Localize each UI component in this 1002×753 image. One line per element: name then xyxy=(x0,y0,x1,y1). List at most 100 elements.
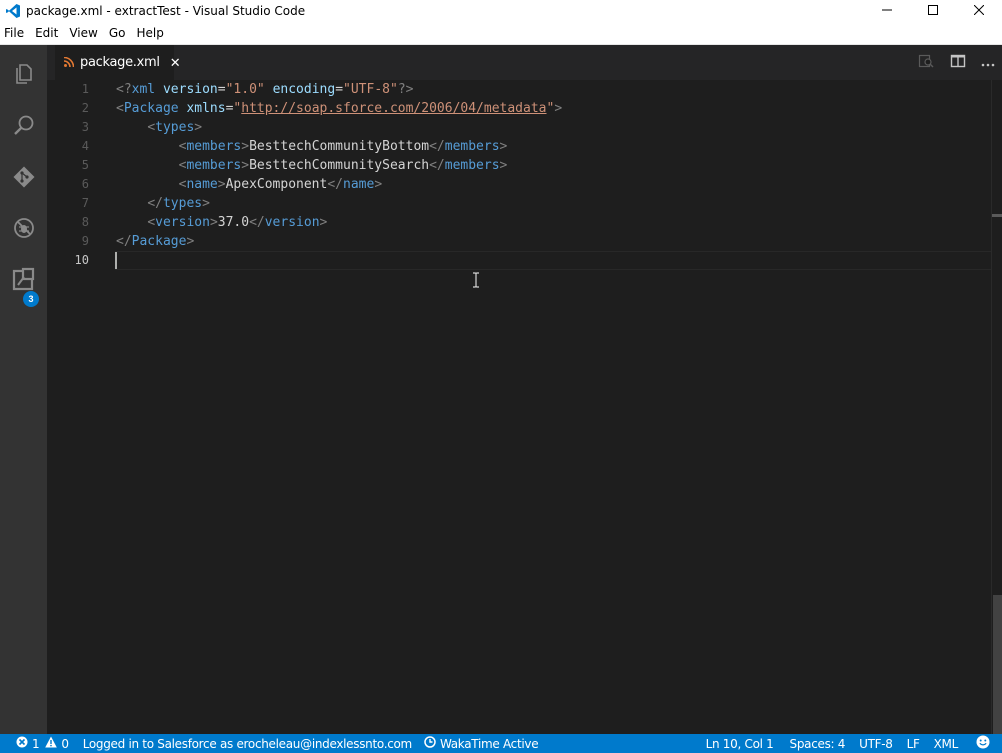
line-number: 9 xyxy=(81,234,89,248)
wakatime-status[interactable]: WakaTime Active xyxy=(418,734,544,753)
code-token: "UTF-8" xyxy=(343,82,398,97)
code-line[interactable]: 9 </Package> xyxy=(47,232,992,251)
code-line[interactable]: 5 <members>BesttechCommunitySearch</memb… xyxy=(47,156,992,175)
code-text: <types> xyxy=(116,118,202,137)
open-preview-button[interactable] xyxy=(910,45,942,80)
code-token: = xyxy=(217,82,226,97)
explorer-icon xyxy=(12,62,36,89)
code-token: encoding xyxy=(272,82,336,97)
code-token: http://soap.sforce.com/2006/04/metadata xyxy=(241,101,547,116)
language-mode[interactable]: XML xyxy=(928,734,970,753)
code-token: version xyxy=(162,82,218,97)
line-number: 10 xyxy=(74,253,89,267)
vscode-logo-icon xyxy=(2,0,24,22)
editor-actions xyxy=(910,45,1002,80)
maximize-button[interactable] xyxy=(910,0,956,22)
code-token: <? xyxy=(116,82,132,97)
code-token: Package xyxy=(131,234,187,249)
code-token: > xyxy=(499,139,508,154)
tab-package-xml[interactable]: package.xml ✕ xyxy=(55,45,181,80)
code-token: "1.0" xyxy=(225,82,265,97)
cursor-position-marker xyxy=(992,214,1002,217)
code-token: > xyxy=(202,196,210,211)
code-text: <version>37.0</version> xyxy=(116,213,327,232)
wakatime-label: WakaTime Active xyxy=(439,736,539,751)
code-token: < xyxy=(147,120,156,135)
scrollbar-thumb[interactable] xyxy=(993,595,1002,734)
line-number: 1 xyxy=(81,82,89,96)
code-line[interactable]: 1 <?xml version="1.0" encoding="UTF-8"?> xyxy=(47,80,992,99)
code-token: > xyxy=(319,215,328,230)
problems-indicator[interactable]: 1 0 xyxy=(0,734,75,753)
code-token: version xyxy=(264,215,320,230)
code-editor[interactable]: 1 <?xml version="1.0" encoding="UTF-8"?> 2… xyxy=(47,80,1002,734)
more-actions-button[interactable] xyxy=(974,45,1002,80)
split-editor-button[interactable] xyxy=(942,45,974,80)
code-token: name xyxy=(343,177,375,192)
file-encoding[interactable]: UTF-8 xyxy=(853,734,900,753)
menu-view[interactable]: View xyxy=(68,26,102,40)
indentation[interactable]: Spaces: 4 xyxy=(784,734,854,753)
activity-extensions[interactable]: 3 xyxy=(0,255,47,307)
line-number: 4 xyxy=(81,139,89,153)
code-token: Package xyxy=(123,101,179,116)
activity-git[interactable] xyxy=(0,153,47,203)
menu-file[interactable]: File xyxy=(3,26,29,40)
line-number: 2 xyxy=(81,101,89,115)
tab-label: package.xml xyxy=(80,55,160,70)
menu-edit[interactable]: Edit xyxy=(34,26,63,40)
smiley-icon xyxy=(976,735,990,752)
menu-help[interactable]: Help xyxy=(135,26,168,40)
minimize-icon xyxy=(882,4,892,18)
code-token: ApexComponent xyxy=(225,177,328,192)
code-token: > xyxy=(186,234,195,249)
cursor-position[interactable]: Ln 10, Col 1 xyxy=(700,734,784,753)
code-token: > xyxy=(209,215,218,230)
end-of-line[interactable]: LF xyxy=(901,734,928,753)
menu-go[interactable]: Go xyxy=(108,26,131,40)
code-token: </ xyxy=(147,196,163,211)
code-line[interactable]: 8 <version>37.0</version> xyxy=(47,213,992,232)
warning-count: 0 xyxy=(61,736,69,751)
code-line[interactable]: 4 <members>BesttechCommunityBottom</memb… xyxy=(47,137,992,156)
extensions-badge: 3 xyxy=(23,291,39,307)
activity-debug[interactable] xyxy=(0,204,47,254)
line-number: 8 xyxy=(81,215,89,229)
clock-icon xyxy=(424,736,436,751)
code-token: ?> xyxy=(397,82,414,97)
code-token: > xyxy=(241,158,250,173)
code-line[interactable]: 2 <Package xmlns="http://soap.sforce.com/… xyxy=(47,99,992,118)
code-line[interactable]: 6 <name>ApexComponent</name> xyxy=(47,175,992,194)
ibeam-cursor-icon xyxy=(472,272,480,288)
activity-explorer[interactable] xyxy=(0,50,47,100)
error-count: 1 xyxy=(32,736,40,751)
code-token: = xyxy=(335,82,344,97)
close-window-button[interactable] xyxy=(956,0,1002,22)
activity-bar: 3 xyxy=(0,45,47,734)
code-line[interactable]: 7 </types> xyxy=(47,194,992,213)
code-text: </Package> xyxy=(116,232,194,251)
code-token: > xyxy=(554,101,563,116)
warning-icon xyxy=(45,736,58,751)
rss-file-icon xyxy=(63,56,75,70)
tab-close-button[interactable]: ✕ xyxy=(170,55,181,71)
code-text: </types> xyxy=(116,194,210,213)
salesforce-login-status[interactable]: Logged in to Salesforce as erocheleau@in… xyxy=(75,734,418,753)
minimize-button[interactable] xyxy=(864,0,910,22)
code-token: members xyxy=(186,139,242,154)
code-token: > xyxy=(217,177,226,192)
code-token: </ xyxy=(429,139,445,154)
vertical-scrollbar[interactable] xyxy=(991,80,1002,734)
code-token: types xyxy=(162,196,203,211)
code-token: </ xyxy=(429,158,445,173)
activity-search[interactable] xyxy=(0,101,47,151)
code-token: name xyxy=(186,177,218,192)
code-line[interactable]: 10 xyxy=(47,251,992,270)
feedback-button[interactable] xyxy=(970,734,1002,753)
code-line[interactable]: 3 <types> xyxy=(47,118,992,137)
